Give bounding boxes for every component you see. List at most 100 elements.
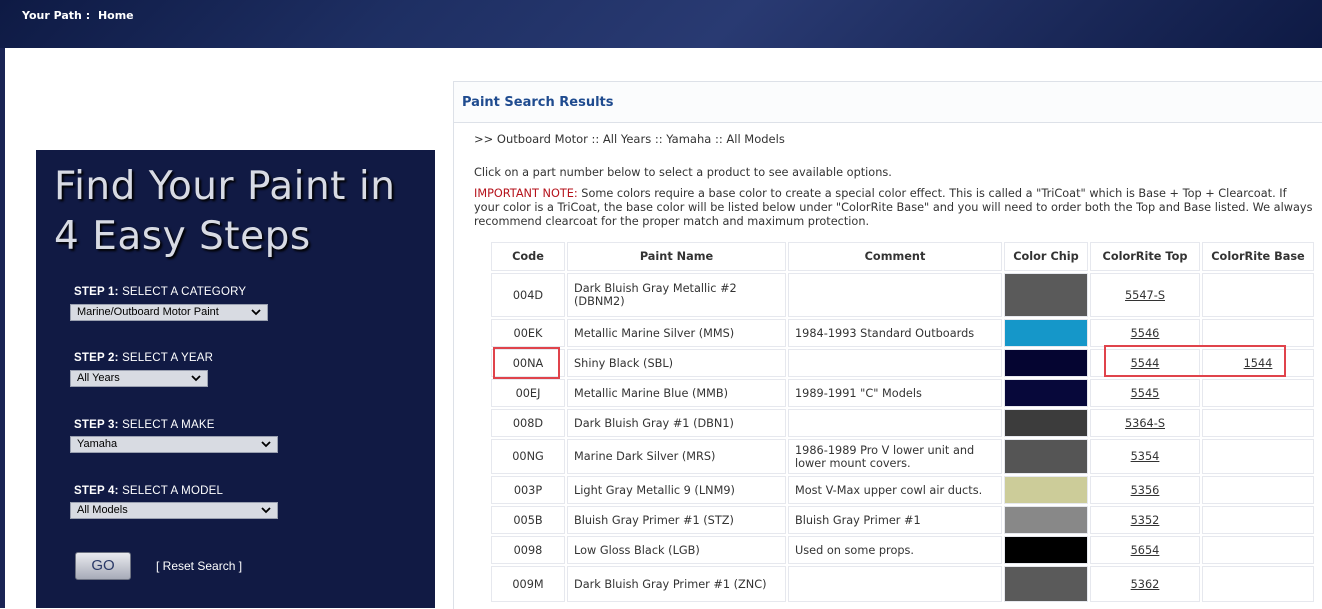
col-header-colorrite-base: ColorRite Base	[1202, 242, 1314, 271]
cell-colorrite-base	[1202, 536, 1314, 564]
table-row: 004D Dark Bluish Gray Metallic #2 (DBNM2)…	[491, 273, 1314, 317]
color-chip-swatch	[1005, 537, 1087, 563]
highlight-colorrite-box	[1104, 345, 1286, 377]
cell-comment	[788, 349, 1002, 377]
table-row: 008D Dark Bluish Gray #1 (DBN1) 5364-S	[491, 409, 1314, 437]
cell-colorrite-top: 5356	[1090, 476, 1200, 504]
cell-paint-name: Marine Dark Silver (MRS)	[567, 439, 786, 474]
cell-color-chip	[1004, 319, 1088, 347]
step2-label: STEP 2: SELECT A YEAR	[74, 352, 213, 364]
cell-paint-name: Bluish Gray Primer #1 (STZ)	[567, 506, 786, 534]
colorrite-top-link[interactable]: 5654	[1131, 544, 1160, 557]
results-title-bar: Paint Search Results	[454, 82, 1322, 123]
cell-comment: 1989-1991 "C" Models	[788, 379, 1002, 407]
table-row: 009M Dark Bluish Gray Primer #1 (ZNC) 5362	[491, 566, 1314, 602]
make-select[interactable]: Yamaha	[70, 436, 278, 453]
cell-colorrite-base	[1202, 319, 1314, 347]
year-select[interactable]: All Years	[70, 370, 208, 387]
step4-text: SELECT A MODEL	[122, 485, 224, 497]
chevron-down-icon	[261, 441, 271, 448]
cell-paint-name: Light Gray Metallic 9 (LNM9)	[567, 476, 786, 504]
cell-colorrite-base	[1202, 379, 1314, 407]
make-select-value: Yamaha	[77, 438, 118, 450]
breadcrumb-label: Your Path :	[22, 9, 91, 22]
model-select[interactable]: All Models	[70, 502, 278, 519]
colorrite-top-link[interactable]: 5354	[1131, 450, 1160, 463]
cell-paint-name: Dark Bluish Gray Metallic #2 (DBNM2)	[567, 273, 786, 317]
colorrite-top-link[interactable]: 5352	[1131, 514, 1160, 527]
cell-color-chip	[1004, 506, 1088, 534]
paint-finder-panel: Find Your Paint in 4 Easy Steps STEP 1: …	[36, 150, 435, 608]
color-chip-swatch	[1005, 440, 1087, 473]
cell-comment	[788, 409, 1002, 437]
reset-search-link[interactable]: [ Reset Search ]	[156, 559, 242, 573]
colorrite-top-link[interactable]: 5546	[1131, 327, 1160, 340]
cell-code: 004D	[491, 273, 565, 317]
cell-code: 00NG	[491, 439, 565, 474]
color-chip-swatch	[1005, 507, 1087, 533]
cell-colorrite-top: 5654	[1090, 536, 1200, 564]
results-panel: Paint Search Results >> Outboard Motor :…	[453, 81, 1322, 609]
step3-text: SELECT A MAKE	[122, 419, 215, 431]
cell-color-chip	[1004, 476, 1088, 504]
col-header-comment: Comment	[788, 242, 1002, 271]
left-edge-strip	[0, 48, 5, 608]
cell-colorrite-base	[1202, 506, 1314, 534]
category-select-value: Marine/Outboard Motor Paint	[77, 306, 219, 318]
cell-code: 009M	[491, 566, 565, 602]
step2-text: SELECT A YEAR	[122, 352, 214, 364]
cell-color-chip	[1004, 349, 1088, 377]
color-chip-swatch	[1005, 274, 1087, 316]
category-select[interactable]: Marine/Outboard Motor Paint	[70, 304, 268, 321]
cell-paint-name: Shiny Black (SBL)	[567, 349, 786, 377]
cell-comment: Used on some props.	[788, 536, 1002, 564]
colorrite-top-link[interactable]: 5547-S	[1125, 289, 1165, 302]
highlight-code-box	[493, 347, 560, 379]
chevron-down-icon	[261, 507, 271, 514]
cell-colorrite-base	[1202, 566, 1314, 602]
colorrite-top-link[interactable]: 5362	[1131, 578, 1160, 591]
colorrite-top-link[interactable]: 5364-S	[1125, 417, 1165, 430]
model-select-value: All Models	[77, 504, 128, 516]
cell-paint-name: Metallic Marine Blue (MMB)	[567, 379, 786, 407]
cell-code: 003P	[491, 476, 565, 504]
color-chip-swatch	[1005, 567, 1087, 601]
cell-code: 005B	[491, 506, 565, 534]
cell-code: 00EK	[491, 319, 565, 347]
col-header-color-chip: Color Chip	[1004, 242, 1088, 271]
colorrite-top-link[interactable]: 5356	[1131, 484, 1160, 497]
cell-colorrite-top: 5364-S	[1090, 409, 1200, 437]
important-note-text: Some colors require a base color to crea…	[474, 187, 1313, 228]
cell-colorrite-top: 5546	[1090, 319, 1200, 347]
table-header-row: Code Paint Name Comment Color Chip Color…	[491, 242, 1314, 271]
important-note-label: IMPORTANT NOTE:	[474, 187, 578, 200]
color-chip-swatch	[1005, 350, 1087, 376]
colorrite-top-link[interactable]: 5545	[1131, 387, 1160, 400]
cell-comment	[788, 273, 1002, 317]
step1-label: STEP 1: SELECT A CATEGORY	[74, 286, 246, 298]
table-row: 00NG Marine Dark Silver (MRS) 1986-1989 Pr…	[491, 439, 1314, 474]
cell-colorrite-base	[1202, 476, 1314, 504]
cell-color-chip	[1004, 409, 1088, 437]
breadcrumb: Your Path : Home	[22, 9, 134, 22]
color-chip-swatch	[1005, 380, 1087, 406]
search-path: >> Outboard Motor :: All Years :: Yamaha…	[474, 132, 785, 146]
important-note: IMPORTANT NOTE: Some colors require a ba…	[474, 187, 1314, 229]
step2-prefix: STEP 2:	[74, 352, 119, 364]
cell-code: 008D	[491, 409, 565, 437]
step1-text: SELECT A CATEGORY	[122, 286, 247, 298]
cell-comment: 1986-1989 Pro V lower unit and lower mou…	[788, 439, 1002, 474]
cell-color-chip	[1004, 273, 1088, 317]
cell-colorrite-top: 5354	[1090, 439, 1200, 474]
finder-heading-line1: Find Your Paint in	[54, 164, 396, 209]
paint-results-table: Code Paint Name Comment Color Chip Color…	[489, 240, 1316, 604]
breadcrumb-home-link[interactable]: Home	[98, 9, 134, 22]
cell-comment	[788, 566, 1002, 602]
results-title: Paint Search Results	[462, 95, 614, 110]
color-chip-swatch	[1005, 477, 1087, 503]
table-row: 003P Light Gray Metallic 9 (LNM9) Most V-M…	[491, 476, 1314, 504]
step3-prefix: STEP 3:	[74, 419, 119, 431]
col-header-paint-name: Paint Name	[567, 242, 786, 271]
go-button[interactable]: GO	[75, 552, 131, 580]
cell-code: 0098	[491, 536, 565, 564]
